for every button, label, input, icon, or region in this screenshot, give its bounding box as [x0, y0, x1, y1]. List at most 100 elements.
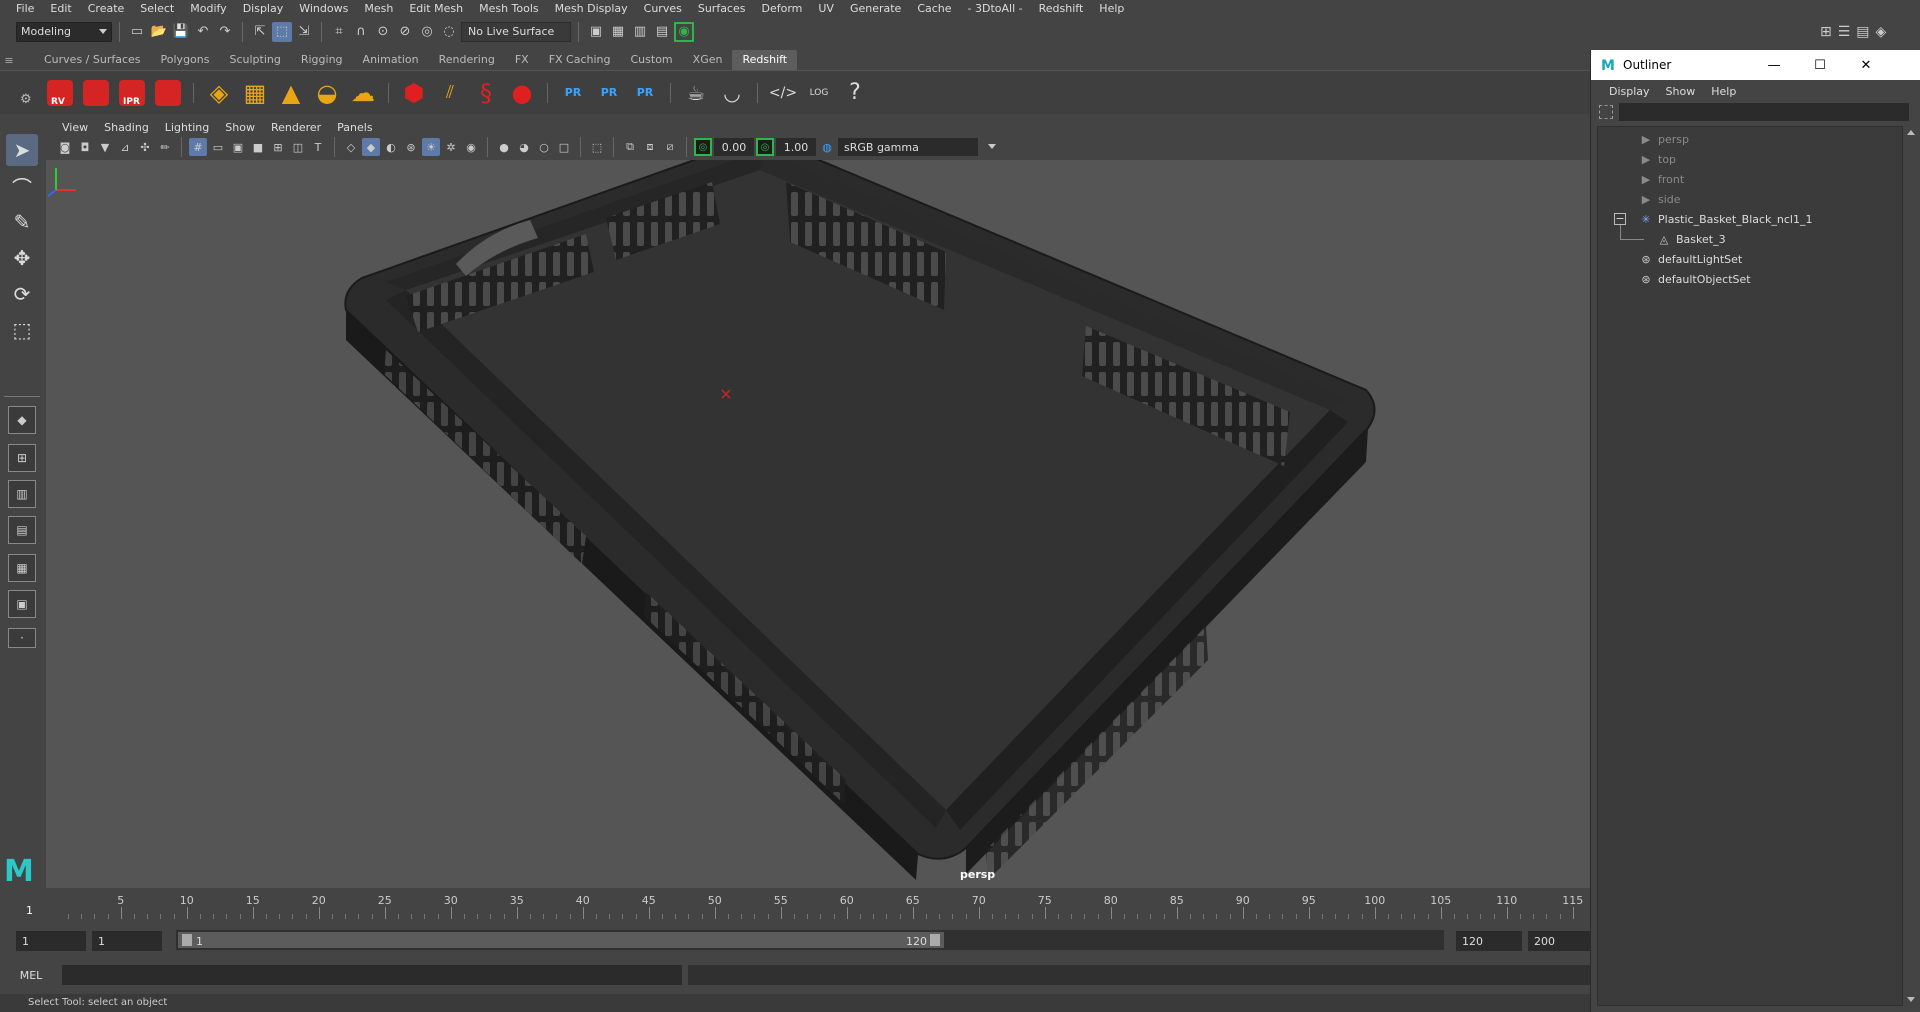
- xray-active-icon[interactable]: ⧈: [641, 138, 659, 156]
- tab-fx-caching[interactable]: FX Caching: [539, 50, 621, 70]
- persp-list-layout-icon[interactable]: ▦: [8, 554, 36, 582]
- menu-mesh[interactable]: Mesh: [356, 0, 401, 17]
- range-end-handle[interactable]: [930, 934, 940, 946]
- outliner-item-light-set[interactable]: ⊛ defaultLightSet: [1598, 249, 1904, 269]
- move-tool-icon[interactable]: ✥: [6, 242, 38, 274]
- filter-icon[interactable]: [1599, 105, 1613, 119]
- xray-icon[interactable]: ⬚: [588, 138, 606, 156]
- snap-curve-icon[interactable]: ∩: [351, 22, 371, 42]
- redshift-render-button[interactable]: [80, 77, 112, 109]
- redshift-settings-button[interactable]: [152, 77, 184, 109]
- panel-menu-lighting[interactable]: Lighting: [157, 121, 217, 134]
- menu-display[interactable]: Display: [235, 0, 292, 17]
- layers-icon[interactable]: ◈: [1876, 24, 1887, 40]
- film-gate-icon[interactable]: ▭: [209, 138, 227, 156]
- single-perspective-layout-icon[interactable]: ◆: [8, 406, 36, 434]
- panel-menu-panels[interactable]: Panels: [329, 121, 380, 134]
- spot-light-button[interactable]: ▲: [275, 77, 307, 109]
- menu-file[interactable]: File: [8, 0, 42, 17]
- exposure-toggle-icon[interactable]: ◎: [694, 138, 712, 156]
- rotate-tool-icon[interactable]: ⟳: [6, 278, 38, 310]
- area-light-button[interactable]: ◈: [203, 77, 235, 109]
- outliner-item-group[interactable]: ✳ Plastic_Basket_Black_ncl1_1: [1598, 209, 1904, 229]
- grease-pencil-icon[interactable]: ✏: [156, 138, 174, 156]
- menu-redshift[interactable]: Redshift: [1031, 0, 1092, 17]
- hair-button[interactable]: ⫽: [434, 77, 466, 109]
- menu-mesh-tools[interactable]: Mesh Tools: [471, 0, 547, 17]
- screen-space-ao-icon[interactable]: ◉: [462, 138, 480, 156]
- menu-uv[interactable]: UV: [810, 0, 842, 17]
- menu-mesh-display[interactable]: Mesh Display: [547, 0, 636, 17]
- more-layouts-icon[interactable]: ·: [8, 628, 36, 648]
- undo-icon[interactable]: ↶: [193, 22, 213, 42]
- redo-icon[interactable]: ↷: [215, 22, 235, 42]
- safe-title-icon[interactable]: T: [309, 138, 327, 156]
- menu-help[interactable]: Help: [1091, 0, 1132, 17]
- tab-redshift[interactable]: Redshift: [732, 50, 798, 70]
- live-surface-field[interactable]: No Live Surface: [461, 21, 571, 42]
- render-view-icon[interactable]: ▣: [586, 22, 606, 42]
- menu-generate[interactable]: Generate: [842, 0, 909, 17]
- outliner-item-mesh[interactable]: ◬ Basket_3: [1598, 229, 1904, 249]
- tab-custom[interactable]: Custom: [621, 50, 683, 70]
- script-editor-button[interactable]: </>: [767, 77, 799, 109]
- scroll-up-icon[interactable]: [1907, 130, 1915, 135]
- outliner-item-persp[interactable]: ▶ persp: [1598, 129, 1904, 149]
- outliner-titlebar[interactable]: M Outliner — ☐ ✕: [1591, 50, 1920, 80]
- log-button[interactable]: LOG: [803, 77, 835, 109]
- tab-curves-surfaces[interactable]: Curves / Surfaces: [34, 50, 151, 70]
- render-current-icon[interactable]: ▦: [608, 22, 628, 42]
- teapot-button[interactable]: ☕: [680, 77, 712, 109]
- shelf-menu-icon[interactable]: ≡: [0, 50, 18, 70]
- outliner-item-top[interactable]: ▶ top: [1598, 149, 1904, 169]
- tab-rigging[interactable]: Rigging: [291, 50, 353, 70]
- safe-action-icon[interactable]: ◫: [289, 138, 307, 156]
- depth-of-field-icon[interactable]: ○: [535, 138, 553, 156]
- outliner-menu-show[interactable]: Show: [1658, 85, 1704, 98]
- menu-select[interactable]: Select: [132, 0, 182, 17]
- dome-light-button[interactable]: ◒: [311, 77, 343, 109]
- proxy-button[interactable]: ⬢: [398, 77, 430, 109]
- outliner-search-input[interactable]: [1619, 103, 1909, 121]
- sun-sky-button[interactable]: ☁: [347, 77, 379, 109]
- outliner-menu-help[interactable]: Help: [1703, 85, 1744, 98]
- bookmark-icon[interactable]: ▼: [96, 138, 114, 156]
- select-component-icon[interactable]: ⇲: [294, 22, 314, 42]
- ipr-render-icon[interactable]: ▥: [630, 22, 650, 42]
- tab-rendering[interactable]: Rendering: [429, 50, 505, 70]
- time-slider[interactable]: 5 10 15 20 25 30 35 40 45 50 55 60 65 70 75 80 85 90 95 100…: [20, 890, 1590, 922]
- select-object-icon[interactable]: ⬚: [272, 21, 292, 42]
- select-tool-icon[interactable]: ➤: [6, 134, 38, 166]
- close-icon[interactable]: ✕: [1843, 50, 1889, 80]
- range-slider-bar[interactable]: [178, 932, 944, 948]
- redshift-render-view-button[interactable]: RV: [44, 77, 76, 109]
- outliner-scrollbar[interactable]: [1905, 126, 1917, 1006]
- menu-cache[interactable]: Cache: [909, 0, 959, 17]
- backface-culling-icon[interactable]: ⧄: [661, 138, 679, 156]
- isolate-select-icon[interactable]: □: [555, 138, 573, 156]
- maximize-icon[interactable]: ☐: [1797, 50, 1843, 80]
- tab-xgen[interactable]: XGen: [683, 50, 733, 70]
- open-scene-icon[interactable]: 📂: [149, 22, 169, 42]
- grid-icon[interactable]: #: [189, 138, 207, 156]
- snap-center-icon[interactable]: ◌: [439, 22, 459, 42]
- tab-animation[interactable]: Animation: [353, 50, 429, 70]
- menu-curves[interactable]: Curves: [636, 0, 690, 17]
- scale-tool-icon[interactable]: ⬚: [6, 314, 38, 346]
- pr-import-button[interactable]: PR: [593, 77, 625, 109]
- snap-view-icon[interactable]: ⊘: [395, 22, 415, 42]
- minimize-icon[interactable]: —: [1751, 50, 1797, 80]
- animation-end-field[interactable]: 200: [1528, 931, 1590, 951]
- wireframe-on-shaded-icon[interactable]: ◐: [382, 138, 400, 156]
- camera-attributes-icon[interactable]: ◘: [76, 138, 94, 156]
- range-start-handle[interactable]: [182, 934, 192, 946]
- panel-menu-view[interactable]: View: [54, 121, 96, 134]
- portal-light-button[interactable]: ▦: [239, 77, 271, 109]
- tab-polygons[interactable]: Polygons: [151, 50, 220, 70]
- outliner-menu-display[interactable]: Display: [1601, 85, 1658, 98]
- animation-start-field[interactable]: 1: [16, 931, 86, 951]
- playback-start-field[interactable]: 1: [92, 931, 162, 951]
- color-management-icon[interactable]: ◍: [818, 138, 836, 156]
- menu-surfaces[interactable]: Surfaces: [690, 0, 754, 17]
- persp-graph-layout-icon[interactable]: ▤: [8, 516, 36, 544]
